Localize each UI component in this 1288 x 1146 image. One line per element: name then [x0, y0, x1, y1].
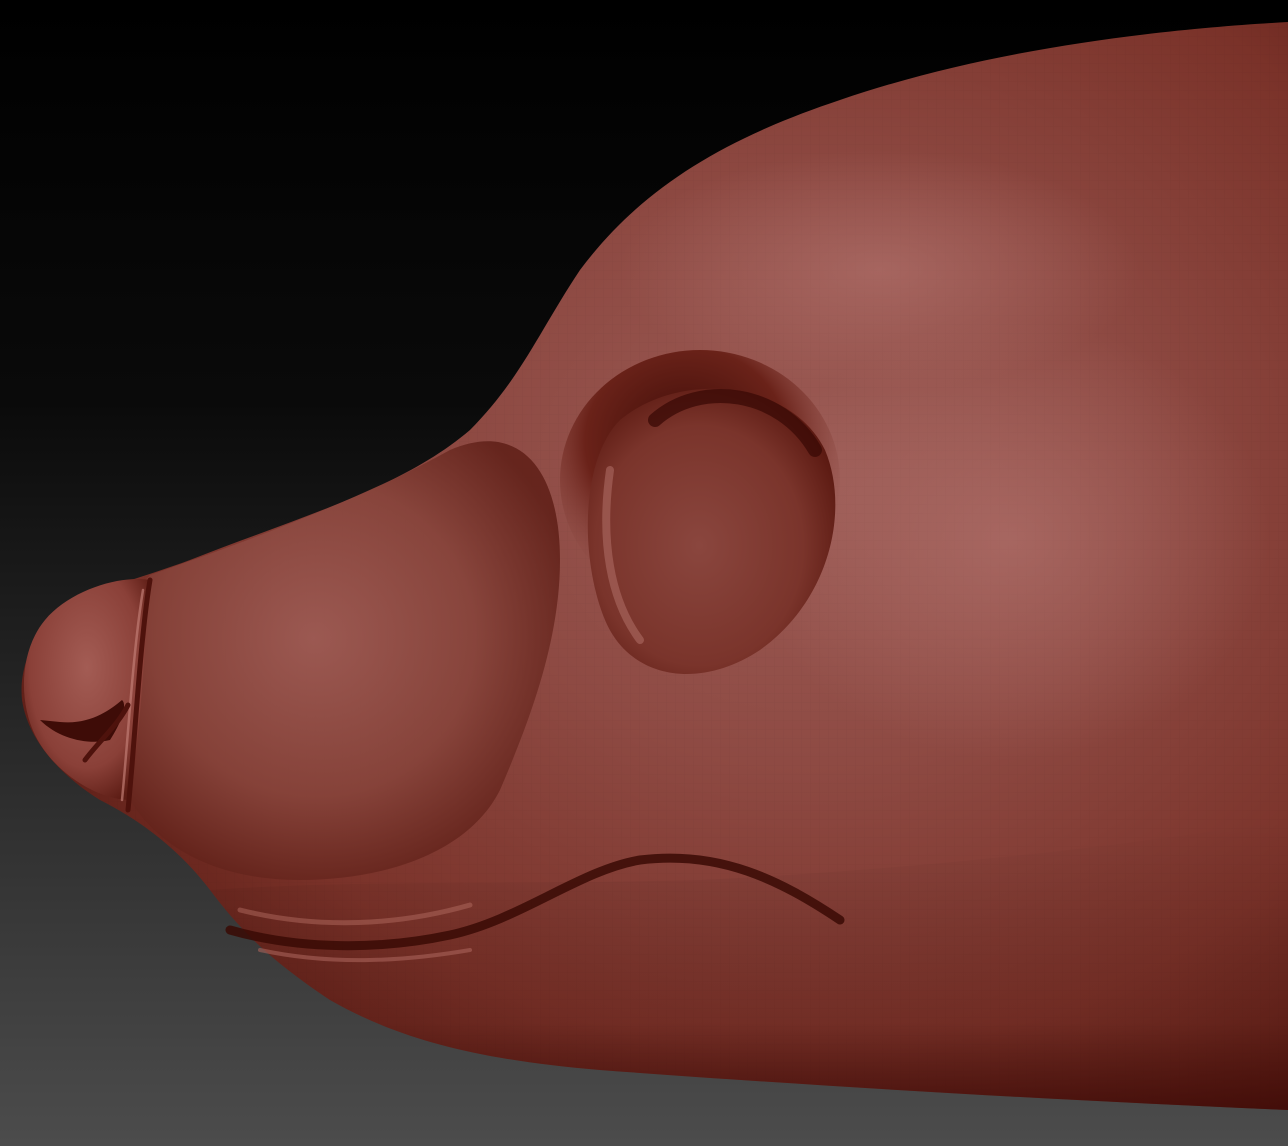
viewport-canvas	[0, 0, 1288, 1146]
3d-viewport[interactable]	[0, 0, 1288, 1146]
